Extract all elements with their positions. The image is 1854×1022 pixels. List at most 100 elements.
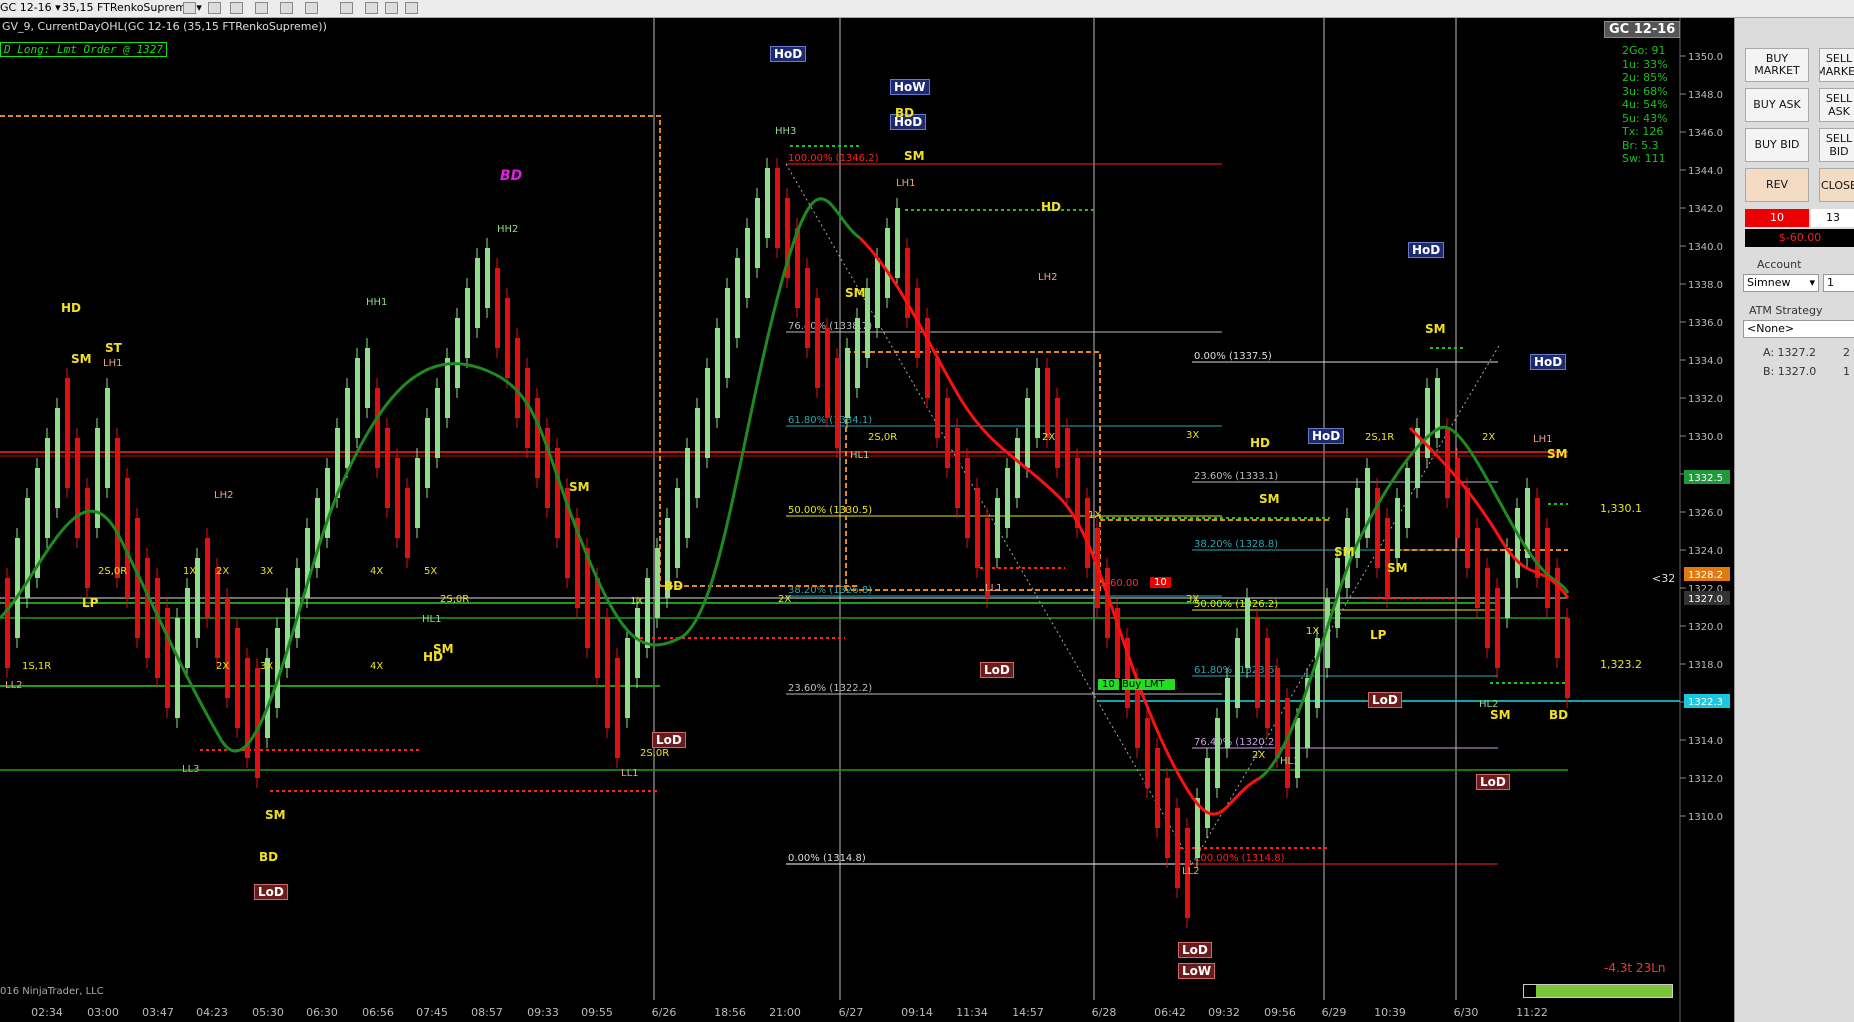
candle-body <box>515 338 520 418</box>
candle-body <box>375 388 380 468</box>
candle-body <box>695 408 700 498</box>
atm-strategy-select[interactable]: <None> <box>1743 320 1854 338</box>
candle-body <box>675 488 680 568</box>
buy-market-button[interactable]: BUY MARKET <box>1745 48 1809 82</box>
bid-qty-text: 1 <box>1843 365 1850 378</box>
candle-body <box>885 228 890 298</box>
bd-tag: BD <box>259 850 279 864</box>
candle-body <box>1015 438 1020 498</box>
data-box-icon[interactable] <box>405 2 418 14</box>
candle-body <box>1405 468 1410 528</box>
share-icon[interactable] <box>385 2 398 14</box>
sell-ask-button[interactable]: SELL ASK <box>1819 88 1854 122</box>
sm-tag: SM <box>569 480 590 494</box>
zoom-icon[interactable] <box>305 2 318 14</box>
candle-body <box>365 348 370 408</box>
candle-body <box>1035 368 1040 438</box>
multiplier-label: 1X <box>183 566 197 577</box>
multiplier-label: 1X <box>630 596 644 607</box>
zoom-in-icon[interactable] <box>230 2 243 14</box>
multiplier-label: 3X <box>1186 594 1200 605</box>
bar-style-icon[interactable] <box>183 2 196 14</box>
candle-body <box>1025 398 1030 468</box>
account-qty-field[interactable]: 1 <box>1823 274 1854 292</box>
print-icon[interactable] <box>365 2 378 14</box>
sm-tag: SM <box>904 149 925 163</box>
candle-body <box>105 388 110 488</box>
x-axis-label: 09:56 <box>1264 1006 1296 1019</box>
candle-body <box>815 298 820 388</box>
candle-body <box>85 488 90 588</box>
properties-icon[interactable] <box>255 2 268 14</box>
crosshair-icon[interactable] <box>280 2 293 14</box>
stat-line: Br: 5.3 <box>1622 138 1659 152</box>
x-axis-label: 08:57 <box>471 1006 503 1019</box>
candle-body <box>485 248 490 308</box>
account-value: Simnew <box>1747 276 1791 289</box>
level-label: <32 <box>1652 572 1676 585</box>
buy-ask-button[interactable]: BUY ASK <box>1745 88 1809 122</box>
candle-body <box>1515 508 1520 578</box>
stop-label: 2S,1R <box>1365 432 1395 443</box>
bid-price-text: B: 1327.0 <box>1763 365 1817 378</box>
multiplier-label: 2X <box>1042 432 1056 443</box>
copyright-text: 016 NinjaTrader, LLC <box>0 986 104 997</box>
y-axis-label: 1348.0 <box>1688 90 1723 101</box>
candle-body <box>1175 808 1180 888</box>
x-axis-label: 05:30 <box>252 1006 284 1019</box>
candle-body <box>1055 398 1060 468</box>
x-axis-label: 06:42 <box>1154 1006 1186 1019</box>
level-label: 1,330.1 <box>1600 502 1642 515</box>
multiplier-label: 4X <box>370 566 384 577</box>
progress-bar <box>1523 984 1673 998</box>
stop-label: 1S,1R <box>22 661 52 672</box>
instrument-selector[interactable]: GC 12-16 ▾ <box>0 1 61 15</box>
y-axis-label: 1318.0 <box>1688 660 1723 671</box>
buy-bid-button[interactable]: BUY BID <box>1745 128 1809 162</box>
y-axis-label: 1340.0 <box>1688 242 1723 253</box>
sell-bid-button[interactable]: SELL BID <box>1819 128 1854 162</box>
candle-body <box>1205 758 1210 828</box>
candle-body <box>455 318 460 388</box>
candle-body <box>1045 368 1050 438</box>
close-button[interactable]: CLOSE <box>1819 168 1854 202</box>
account-select[interactable]: Simnew ▾ <box>1743 274 1819 292</box>
swing-label: LL2 <box>5 680 23 691</box>
y-axis-label: 1312.0 <box>1688 774 1723 785</box>
candle-body <box>395 458 400 538</box>
draw-pencil-icon[interactable] <box>208 2 221 14</box>
candle-body <box>975 488 980 568</box>
lp-tag: LP <box>82 596 99 610</box>
candle-body <box>355 358 360 438</box>
candle-body <box>425 418 430 488</box>
price-marker-label: 1327.0 <box>1688 594 1723 605</box>
y-axis-label: 1334.0 <box>1688 356 1723 367</box>
x-axis-label: 10:39 <box>1374 1006 1406 1019</box>
candle-body <box>65 378 70 488</box>
y-axis-label: 1350.0 <box>1688 52 1723 63</box>
candle-body <box>1565 618 1570 698</box>
fib-level-label: 0.00% (1337.5) <box>1194 351 1272 362</box>
sell-market-button[interactable]: SELL MARKET <box>1819 48 1854 82</box>
x-axis-label: 21:00 <box>769 1006 801 1019</box>
candle-body <box>1215 718 1220 788</box>
order-qty-label: 10 <box>1098 679 1119 690</box>
template-icon[interactable] <box>340 2 353 14</box>
x-axis-label: 07:45 <box>416 1006 448 1019</box>
chart-canvas[interactable]: 1350.0 1348.0 1346.0 1344.0 1342.0 1340.0 1338… <box>0 18 1734 1022</box>
stop-label: 2S,0R <box>640 748 670 759</box>
hd-tag: HD <box>1041 200 1062 214</box>
bar-type-selector[interactable]: 35,15 FTRenkoSupreme ▾ <box>62 1 202 15</box>
candle-body <box>945 398 950 468</box>
reverse-button[interactable]: REV <box>1745 168 1809 202</box>
candle-body <box>1485 568 1490 648</box>
candle-body <box>1245 598 1250 668</box>
candle-body <box>755 198 760 268</box>
x-axis-label: 09:33 <box>527 1006 559 1019</box>
y-axis-label: 1338.0 <box>1688 280 1723 291</box>
candle-body <box>1225 678 1230 748</box>
y-axis-label: 1346.0 <box>1688 128 1723 139</box>
candle-body <box>735 258 740 338</box>
swing-label: HL1 <box>422 614 442 625</box>
price-chart[interactable]: 1350.0 1348.0 1346.0 1344.0 1342.0 1340.0 1338… <box>0 18 1734 1022</box>
